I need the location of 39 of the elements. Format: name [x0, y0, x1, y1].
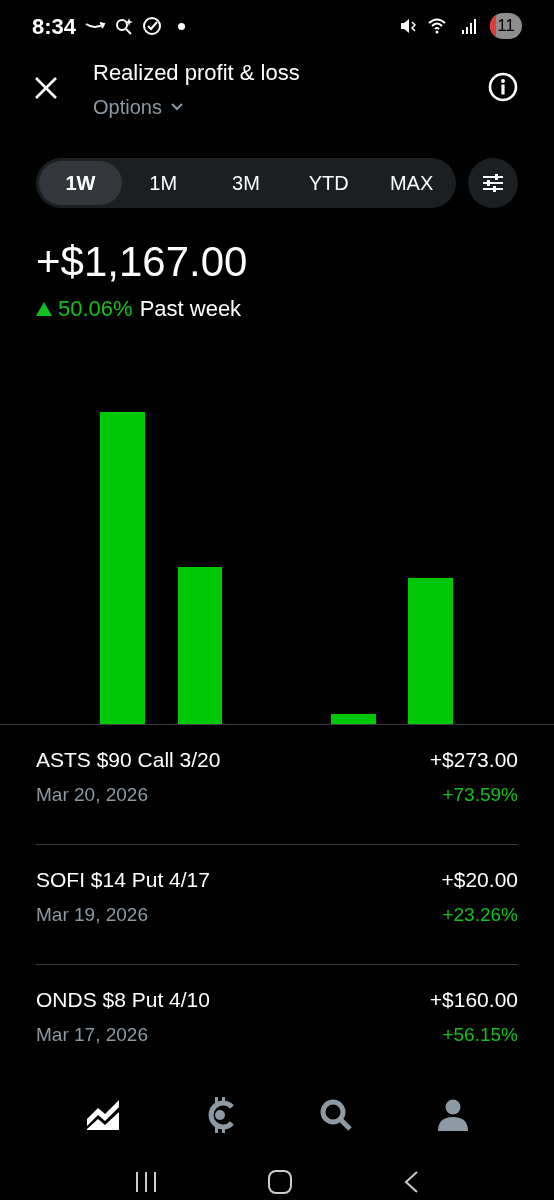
home-icon[interactable] [267, 1168, 293, 1195]
total-amount: +$1,167.00 [36, 237, 249, 287]
battery-indicator: 11 [490, 13, 522, 39]
sliders-icon [482, 172, 504, 194]
option-name: ASTS $90 Call 3/20 [36, 747, 221, 773]
profit-amount: +$20.00 [441, 867, 518, 893]
status-time: 8:34 [32, 12, 77, 41]
range-tab[interactable]: 1M [121, 161, 205, 205]
settings-button[interactable] [468, 158, 518, 208]
profit-percent: +56.15% [442, 1023, 518, 1047]
option-name: SOFI $14 Put 4/17 [36, 867, 210, 893]
percent-change: 50.06% [58, 295, 133, 323]
range-tab[interactable]: MAX [370, 161, 453, 205]
chart-bar [331, 714, 376, 724]
profit-amount: +$160.00 [429, 987, 518, 1013]
period-label: Past week [139, 295, 242, 323]
profit-percent: +73.59% [442, 783, 518, 807]
trade-date: Mar 17, 2026 [36, 1023, 149, 1047]
chart-icon[interactable] [86, 1099, 121, 1131]
range-tab[interactable]: YTD [287, 161, 371, 205]
option-name: ONDS $8 Put 4/10 [36, 987, 210, 1013]
profit-amount: +$273.00 [429, 747, 518, 773]
sparkle-search-icon [114, 16, 135, 36]
mute-icon [400, 17, 416, 35]
signal-icon [462, 18, 478, 34]
recent-apps-icon[interactable] [135, 1169, 157, 1194]
chevron-down-icon [169, 102, 184, 112]
check-circle-icon [142, 16, 163, 36]
trade-date: Mar 20, 2026 [36, 783, 149, 807]
range-tab[interactable]: 1W [39, 161, 122, 205]
back-icon[interactable] [403, 1169, 419, 1194]
person-icon[interactable] [437, 1099, 468, 1131]
search-icon[interactable] [319, 1098, 354, 1132]
trade-date: Mar 19, 2026 [36, 903, 149, 927]
range-tab[interactable]: 3M [204, 161, 288, 205]
profit-percent: +23.26% [442, 903, 518, 927]
page-title: Realized profit & loss [93, 59, 301, 87]
info-button[interactable] [488, 72, 518, 102]
options-dropdown[interactable]: Options [93, 92, 488, 122]
